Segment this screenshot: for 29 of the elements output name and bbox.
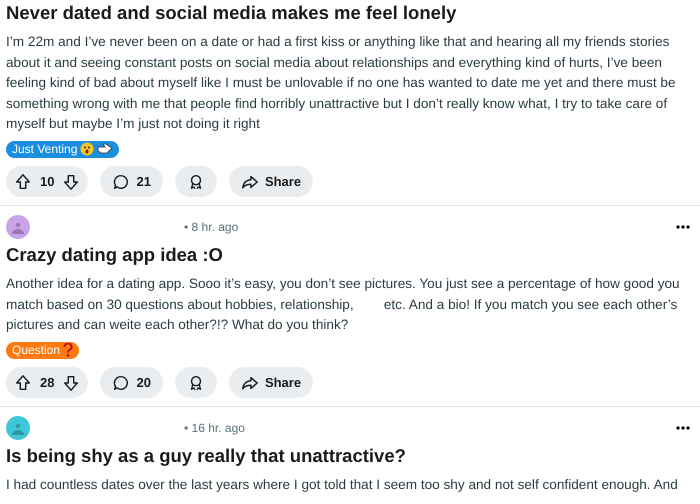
comment-icon	[112, 172, 130, 190]
more-options-icon[interactable]	[676, 225, 690, 229]
post-title[interactable]: Is being shy as a guy really that unattractive?	[6, 443, 694, 469]
surprised-face-icon	[80, 142, 94, 156]
award-button[interactable]	[174, 166, 217, 197]
downvote-icon[interactable]	[62, 374, 80, 392]
upvote-icon[interactable]	[14, 374, 32, 392]
avatar[interactable]	[6, 215, 30, 239]
more-options-icon[interactable]	[676, 426, 690, 430]
award-button[interactable]	[174, 367, 217, 398]
avatar[interactable]	[6, 416, 30, 440]
upvote-icon[interactable]	[14, 172, 32, 190]
post-body: Another idea for a dating app. Sooo it’s easy, you don’t see pictures. You just see a percentage of how good you match based on 30 questions about hobbies, relationship, etc. And a bio! If you match you see each other’s pictures and can weite each other?!? What do you think?	[6, 275, 681, 334]
share-button[interactable]: Share	[228, 367, 314, 398]
vote-count: 28	[40, 375, 54, 390]
post-time: • 16 hr. ago	[184, 421, 245, 435]
question-mark-icon	[63, 343, 74, 357]
post-body: I’m 22m and I’ve never been on a date or had a first kiss or anything like that and hearing all my friends stories about it and seeing constant posts on social media about relationships and everything kind of hurts, I’ve been feeling kind of bad about myself like I must be unlovable if no one has wanted to date me yet and there must be something wrong with me that people find horribly unattractive but I don’t really know what, I try to take care of myself but maybe I’m just not doing it right	[6, 33, 677, 133]
comments-button[interactable]: 20	[100, 367, 163, 398]
post-title[interactable]: Crazy dating app idea :O	[6, 242, 694, 268]
share-button[interactable]: Share	[228, 166, 314, 197]
comment-icon	[112, 374, 130, 392]
pointing-hand-icon	[97, 143, 114, 155]
post-body: I had countless dates over the last years where I got told that I seem too shy and not self confident enough. And	[6, 476, 679, 494]
post-title[interactable]: Never dated and social media makes me feel lonely	[6, 0, 694, 26]
post-time: • 8 hr. ago	[184, 220, 238, 234]
downvote-icon[interactable]	[62, 172, 80, 190]
comments-button[interactable]: 21	[100, 166, 163, 197]
vote-count: 10	[40, 174, 54, 189]
